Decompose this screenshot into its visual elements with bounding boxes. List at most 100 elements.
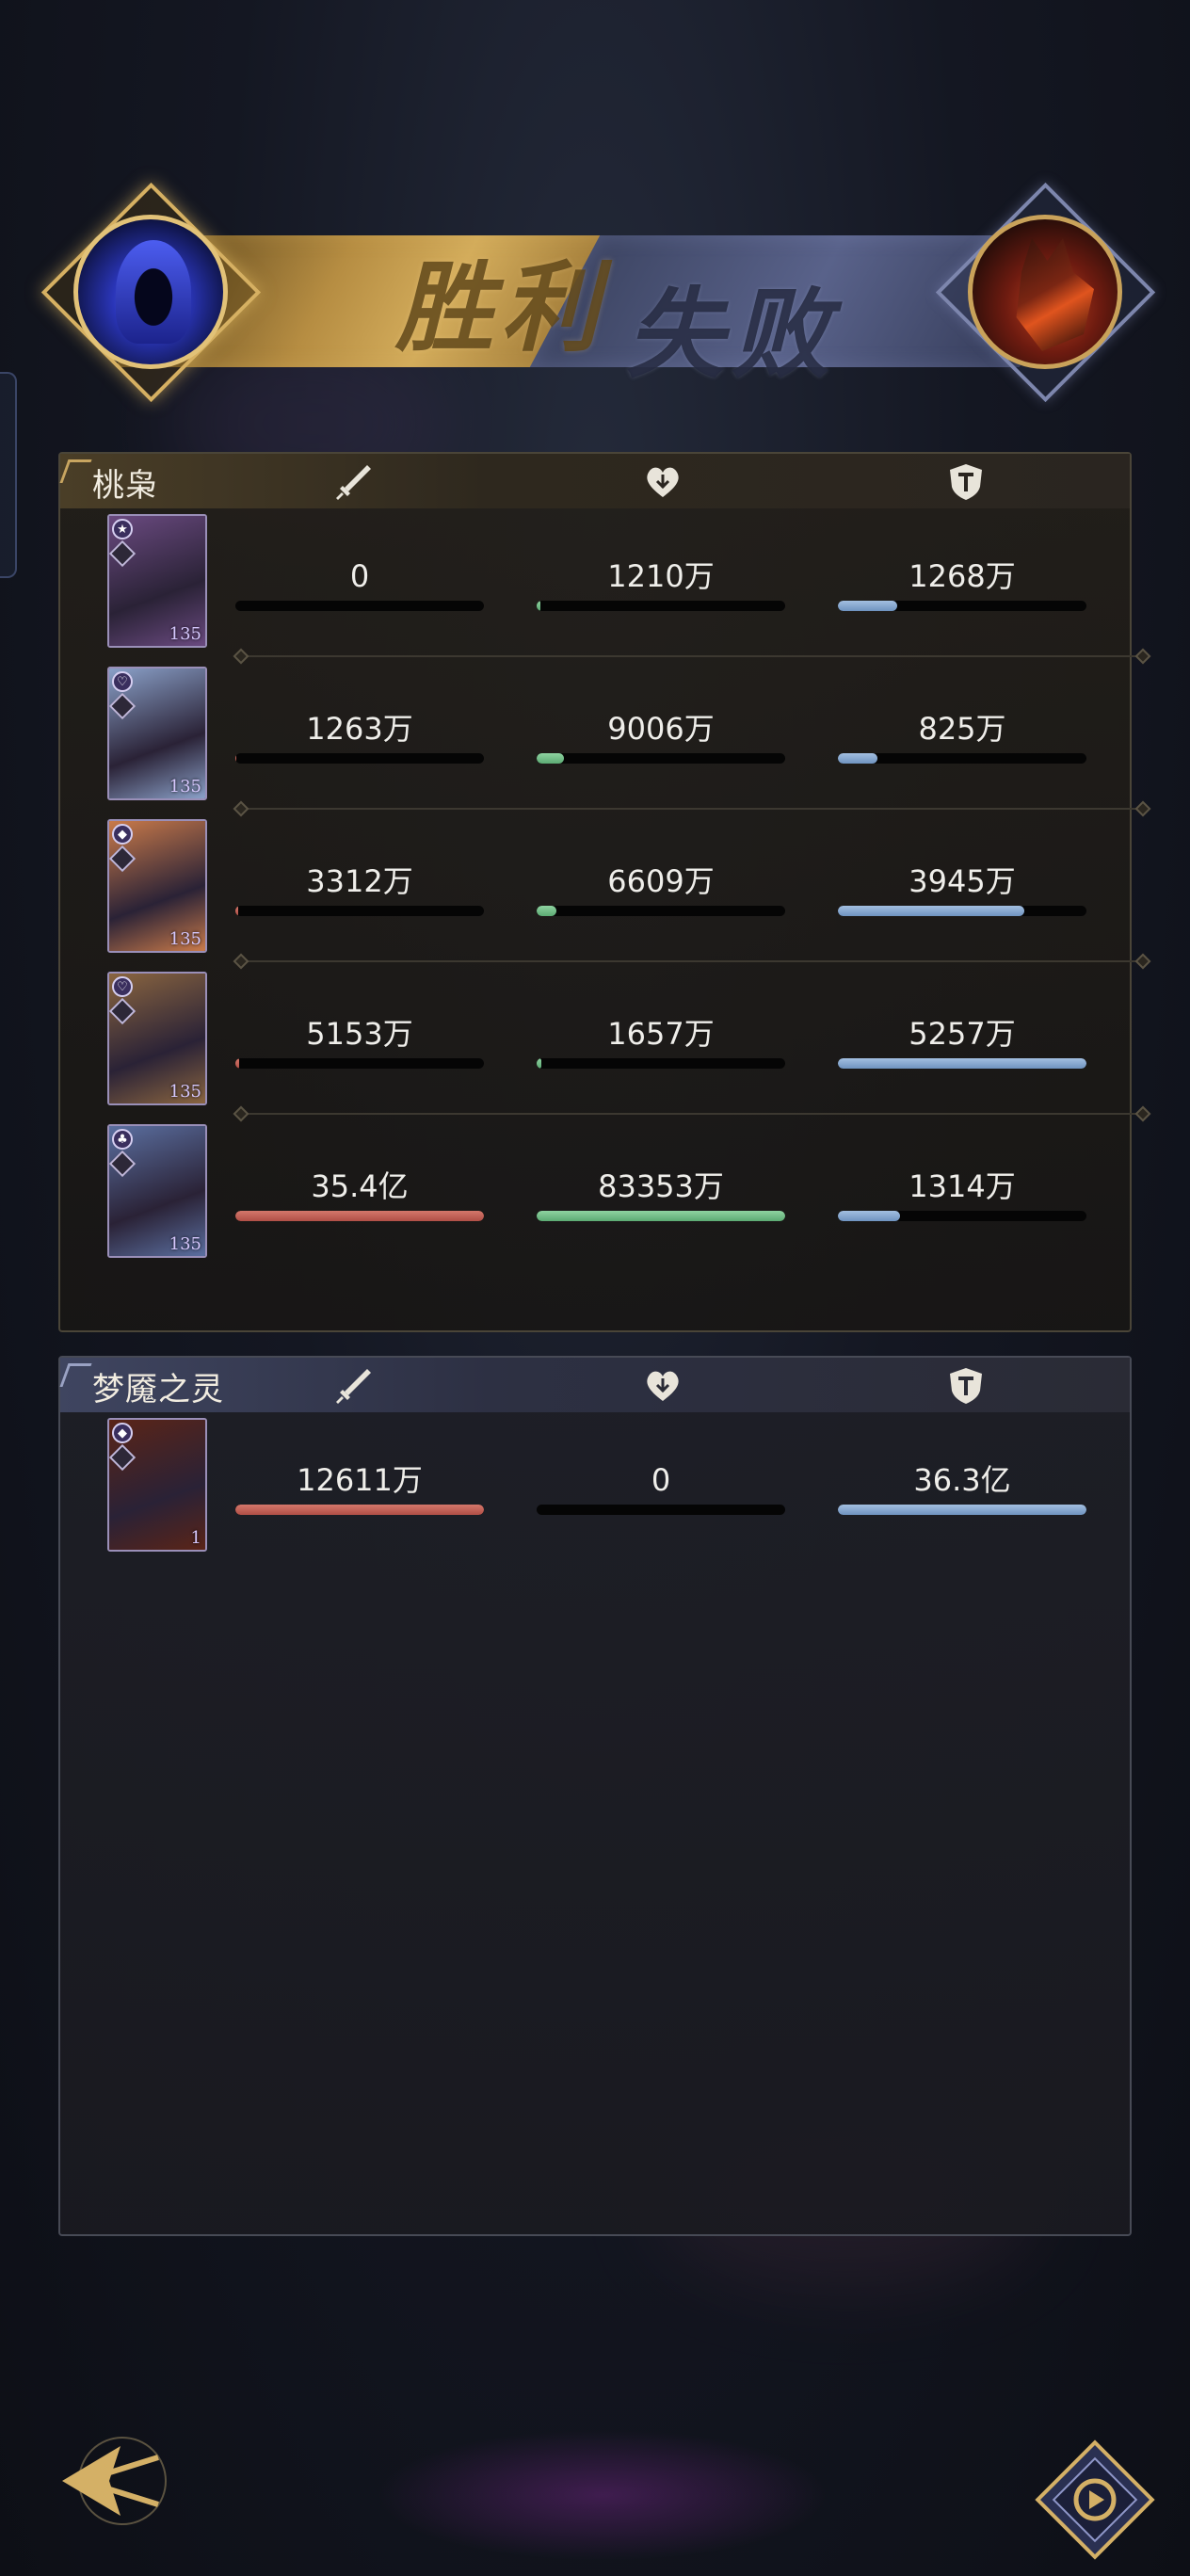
- tank-bar: [838, 1211, 1086, 1221]
- hero-card[interactable]: ★ 135: [107, 514, 207, 648]
- hero-level: 135: [169, 929, 201, 949]
- hero-class-icon: ◆: [112, 824, 133, 845]
- damage-bar-fill: [235, 906, 238, 916]
- member-row: ♣ 135 35.4亿 83353万 1314万: [60, 1119, 1130, 1260]
- hero-level: 135: [169, 1234, 201, 1254]
- replay-icon: [1035, 2439, 1155, 2560]
- tank-bar-fill: [838, 1505, 1086, 1515]
- tank-value: 36.3亿: [913, 1462, 1011, 1498]
- heal-bar-fill: [537, 1058, 542, 1069]
- hero-card[interactable]: ♣ 135: [107, 1124, 207, 1258]
- member-row: ◆ 1 12611万 0 36.3亿: [60, 1412, 1130, 1554]
- hero-card[interactable]: ◆ 135: [107, 819, 207, 953]
- member-row: ◆ 135 3312万 6609万 3945万: [60, 813, 1130, 955]
- damage-value: 5153万: [306, 1016, 413, 1052]
- tank-stat: 36.3亿: [838, 1461, 1086, 1515]
- tank-stat: 5257万: [838, 1015, 1086, 1069]
- heal-value: 9006万: [607, 711, 715, 747]
- damage-bar: [235, 1211, 484, 1221]
- damage-value: 3312万: [306, 863, 413, 899]
- bottom-glow: [377, 2429, 828, 2561]
- tank-bar-fill: [838, 1058, 1086, 1069]
- heal-bar-fill: [537, 1211, 785, 1221]
- heal-bar: [537, 753, 785, 764]
- damage-bar: [235, 753, 484, 764]
- heal-stat: 0: [537, 1461, 785, 1515]
- tank-bar: [838, 906, 1086, 916]
- back-button[interactable]: [55, 2429, 177, 2533]
- heal-bar: [537, 1505, 785, 1515]
- tank-value: 3945万: [909, 863, 1016, 899]
- row-divider: [241, 1113, 1143, 1115]
- replay-button[interactable]: [1034, 2439, 1156, 2561]
- heal-bar-fill: [537, 753, 565, 764]
- hero-card[interactable]: ◆ 1: [107, 1418, 207, 1552]
- hero-level: 1: [190, 1528, 201, 1548]
- hooded-figure-icon: [116, 240, 191, 344]
- tank-value: 1314万: [909, 1168, 1016, 1204]
- enemy-team-name: 梦魇之灵: [92, 1371, 224, 1409]
- member-row: ★ 135 0 1210万 1268万: [60, 508, 1130, 650]
- hero-card[interactable]: ♡ 135: [107, 972, 207, 1105]
- ally-leader-avatar: [40, 182, 261, 402]
- tank-stat: 1268万: [838, 557, 1086, 611]
- heal-stat: 6609万: [537, 862, 785, 916]
- damage-stat: 35.4亿: [235, 1167, 484, 1221]
- tank-bar-fill: [838, 753, 878, 764]
- victory-text: 胜利: [395, 250, 607, 365]
- dragon-icon: [1016, 238, 1094, 351]
- row-divider: [241, 655, 1143, 657]
- damage-bar-fill: [235, 1505, 484, 1515]
- damage-bar-fill: [235, 1058, 239, 1069]
- sword-icon: [333, 461, 375, 503]
- tank-value: 1268万: [909, 558, 1016, 594]
- shield-icon: [945, 461, 987, 503]
- heal-stat: 83353万: [537, 1167, 785, 1221]
- heal-bar-fill: [537, 906, 557, 916]
- damage-value: 35.4亿: [311, 1168, 409, 1204]
- damage-stat: 3312万: [235, 862, 484, 916]
- enemy-panel-header: 梦魇之灵: [59, 1358, 1130, 1412]
- defeat-text: 失败: [626, 276, 838, 392]
- heal-bar: [537, 1058, 785, 1069]
- heal-stat: 1210万: [537, 557, 785, 611]
- damage-stat: 12611万: [235, 1461, 484, 1515]
- tank-value: 5257万: [909, 1016, 1016, 1052]
- enemy-stats-panel: 梦魇之灵 ◆ 1 12611万 0 36.3亿: [58, 1356, 1132, 2236]
- heal-bar: [537, 1211, 785, 1221]
- tank-bar-fill: [838, 601, 898, 611]
- hero-level: 135: [169, 624, 201, 644]
- back-arrow-icon: [62, 2437, 167, 2525]
- heart-icon: [642, 1365, 683, 1407]
- damage-value: 0: [349, 558, 370, 594]
- header-corner-ornament: [59, 459, 92, 483]
- damage-bar-fill: [235, 753, 237, 764]
- row-divider: [241, 808, 1143, 810]
- tank-stat: 1314万: [838, 1167, 1086, 1221]
- damage-bar: [235, 1058, 484, 1069]
- damage-stat: 0: [235, 557, 484, 611]
- hero-class-icon: ♡: [112, 671, 133, 692]
- hero-level: 135: [169, 1082, 201, 1102]
- ally-panel-header: 桃枭: [59, 454, 1130, 508]
- heal-bar-fill: [537, 601, 540, 611]
- damage-value: 1263万: [306, 711, 413, 747]
- tank-stat: 825万: [838, 710, 1086, 764]
- hero-class-icon: ♡: [112, 976, 133, 997]
- heal-value: 0: [651, 1462, 671, 1498]
- damage-bar: [235, 1505, 484, 1515]
- hero-class-icon: ★: [112, 519, 133, 539]
- tank-bar-fill: [838, 1211, 900, 1221]
- hero-card[interactable]: ♡ 135: [107, 667, 207, 800]
- ally-team-name: 桃枭: [92, 467, 158, 505]
- heal-value: 6609万: [607, 863, 715, 899]
- ally-stats-panel: 桃枭 ★ 135 0 1210万 1268万 ♡ 135 1263万 9006万…: [58, 452, 1143, 1332]
- tank-bar-fill: [838, 906, 1024, 916]
- heal-value: 83353万: [598, 1168, 724, 1204]
- tank-bar: [838, 753, 1086, 764]
- heal-stat: 9006万: [537, 710, 785, 764]
- side-tab[interactable]: [0, 372, 17, 578]
- heal-bar: [537, 601, 785, 611]
- heart-icon: [642, 461, 683, 503]
- hero-level: 135: [169, 777, 201, 797]
